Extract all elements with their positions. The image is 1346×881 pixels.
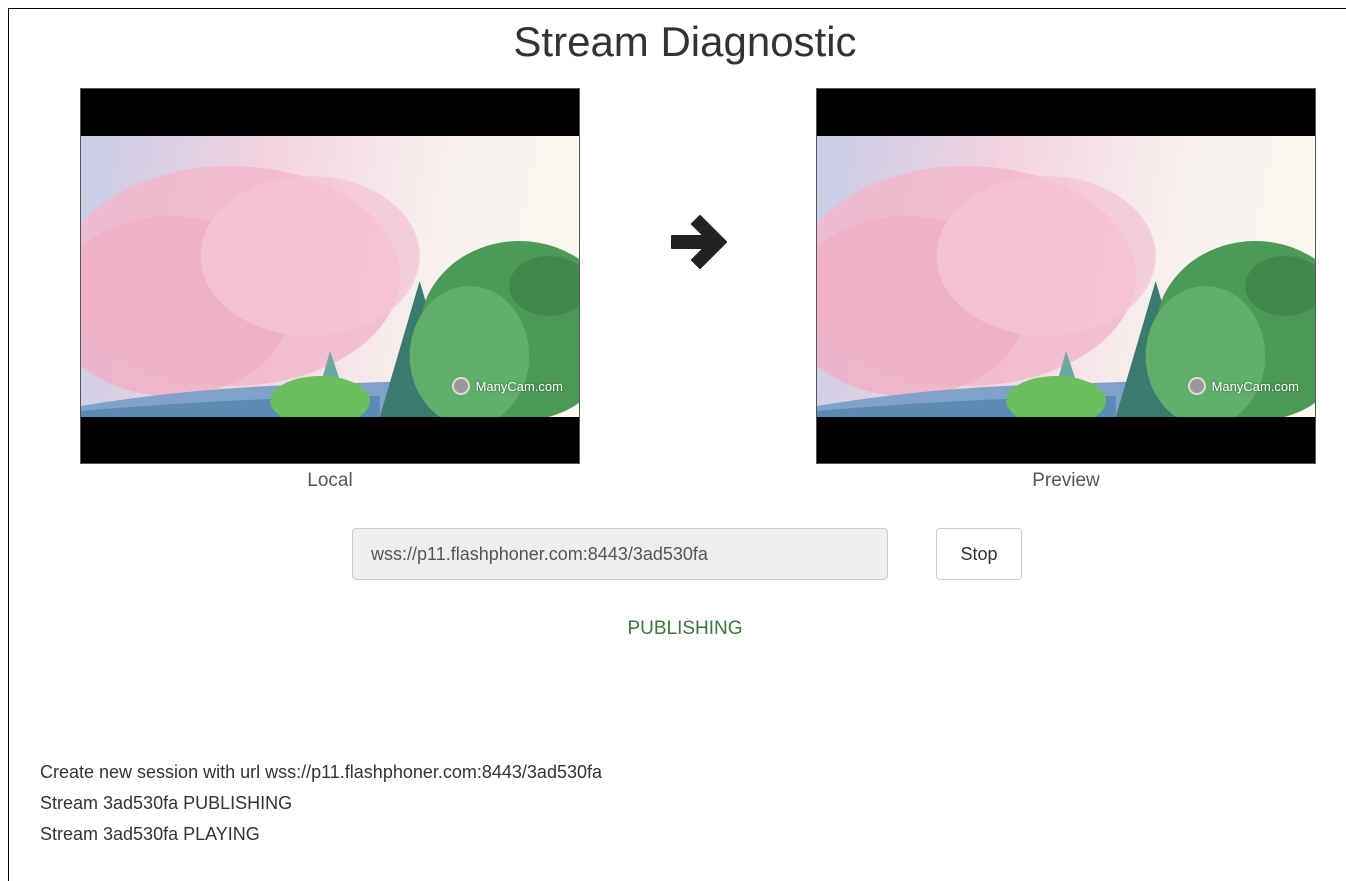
local-video-label: Local [307,470,353,491]
status-text: PUBLISHING [627,618,743,639]
url-input[interactable] [352,528,888,580]
stop-button[interactable]: Stop [936,528,1022,580]
preview-video-label: Preview [1032,470,1100,491]
video-scene: ManyCam.com [81,136,579,417]
page-title: Stream Diagnostic [513,18,857,65]
video-scene: ManyCam.com [817,136,1315,417]
webcam-icon [1187,377,1206,395]
scene-illustration [817,166,1315,417]
watermark-text: ManyCam.com [1211,378,1299,394]
arrow-right-icon [671,215,727,269]
scene-illustration [81,166,579,417]
preview-video: ManyCam.com [816,88,1316,464]
webcam-icon [451,377,470,395]
local-video: ManyCam.com [80,88,580,464]
log-line: Stream 3ad530fa PUBLISHING [40,793,293,813]
watermark: ManyCam.com [1187,377,1299,395]
watermark-text: ManyCam.com [475,378,563,394]
log-line: Create new session with url wss://p11.fl… [40,762,602,782]
watermark: ManyCam.com [451,377,563,395]
log-line: Stream 3ad530fa PLAYING [40,824,260,844]
event-log: Create new session with url wss://p11.fl… [40,757,602,850]
